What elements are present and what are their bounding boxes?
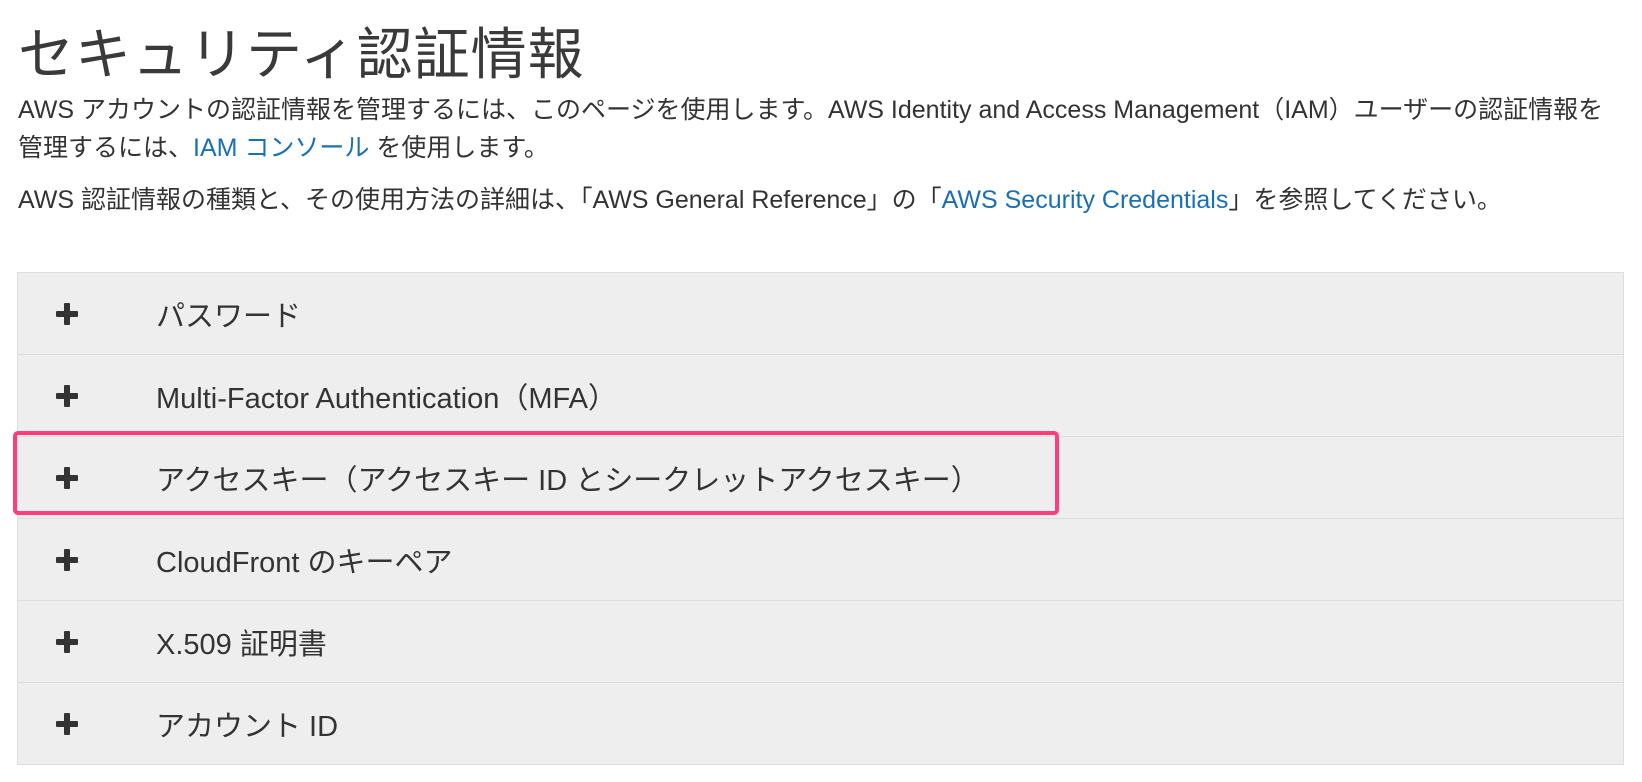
section-x509-certificates[interactable]: X.509 証明書 [18, 600, 1623, 682]
iam-console-link[interactable]: IAM コンソール [193, 134, 369, 162]
section-access-keys[interactable]: アクセスキー（アクセスキー ID とシークレットアクセスキー） [18, 436, 1623, 518]
reference-text-after: 」を参照してください。 [1228, 186, 1502, 214]
section-account-id[interactable]: アカウント ID [18, 682, 1623, 764]
section-label: アクセスキー（アクセスキー ID とシークレットアクセスキー） [156, 464, 980, 497]
section-label: CloudFront のキーペア [156, 546, 453, 579]
reference-text-before: AWS 認証情報の種類と、その使用方法の詳細は、「AWS General Ref… [18, 186, 942, 214]
plus-icon [56, 302, 78, 325]
section-password[interactable]: パスワード [18, 273, 1623, 354]
plus-icon [56, 630, 78, 653]
intro-text: AWS アカウントの認証情報を管理するには、このページを使用します。AWS Id… [18, 91, 1618, 167]
section-label: パスワード [156, 300, 302, 333]
plus-icon [56, 548, 78, 571]
page-title: セキュリティ認証情報 [18, 23, 585, 86]
section-label: Multi-Factor Authentication（MFA） [156, 382, 617, 415]
section-label: アカウント ID [156, 710, 339, 743]
intro-text-after: を使用します。 [369, 134, 549, 162]
section-mfa[interactable]: Multi-Factor Authentication（MFA） [18, 354, 1623, 436]
section-label: X.509 証明書 [156, 628, 327, 661]
credentials-accordion: パスワード Multi-Factor Authentication（MFA） ア… [17, 272, 1624, 765]
plus-icon [56, 712, 78, 735]
plus-icon [56, 384, 78, 407]
reference-text: AWS 認証情報の種類と、その使用方法の詳細は、「AWS General Ref… [18, 181, 1618, 219]
aws-security-credentials-link[interactable]: AWS Security Credentials [942, 186, 1229, 214]
section-cloudfront-key-pairs[interactable]: CloudFront のキーペア [18, 518, 1623, 600]
plus-icon [56, 466, 78, 489]
